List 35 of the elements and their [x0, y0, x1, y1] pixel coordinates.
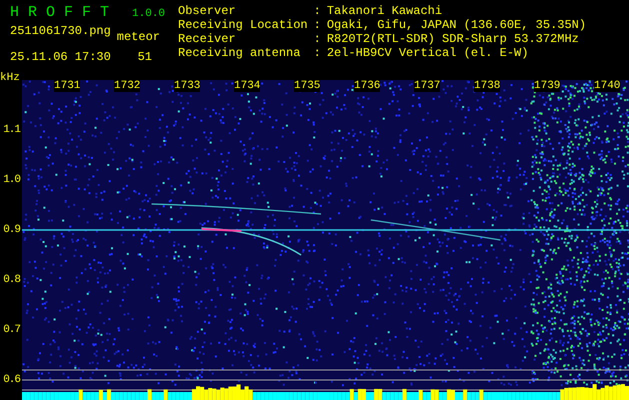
info-separator: : — [314, 46, 321, 60]
x-axis-label: 1736 — [354, 80, 380, 92]
x-axis-label: 1731 — [54, 80, 80, 92]
x-axis-label: 1734 — [234, 80, 260, 92]
info-separator: : — [314, 32, 321, 46]
file-name: 2511061730.png — [10, 24, 111, 40]
x-axis-label: 1739 — [534, 80, 560, 92]
y-axis-label: 0.8 — [3, 274, 20, 286]
info-label: Receiving Location — [178, 18, 308, 32]
info-label: Receiver — [178, 32, 237, 46]
info-label: Observer — [178, 4, 237, 18]
x-axis-label: 1737 — [414, 80, 440, 92]
y-axis-label: 1.0 — [3, 174, 20, 186]
meteor-count: 51 — [138, 50, 153, 64]
x-axis-label: 1738 — [474, 80, 500, 92]
axis-unit: kHz — [0, 72, 20, 84]
info-separator: : — [314, 18, 321, 32]
x-axis-label: 1735 — [294, 80, 320, 92]
date-time: 25.11.06 17:30 — [10, 50, 111, 64]
y-axis-label: 0.6 — [3, 374, 20, 386]
info-label: Receiving antenna — [178, 46, 302, 60]
y-axis-label: 0.7 — [3, 324, 20, 336]
info-value: R820T2(RTL-SDR) SDR-Sharp 53.372MHz — [326, 32, 580, 46]
info-value: 2el-HB9CV Vertical (el. E-W) — [326, 46, 530, 60]
count-label: meteor — [116, 30, 160, 44]
info-separator: : — [314, 4, 321, 18]
y-axis-label: 0.9 — [3, 224, 20, 236]
x-axis-label: 1732 — [114, 80, 140, 92]
y-axis-label: 1.1 — [3, 124, 20, 136]
info-value: Takanori Kawachi — [326, 4, 444, 18]
x-axis-label: 1733 — [174, 80, 200, 92]
version-label: 1.0.0 — [132, 8, 166, 20]
info-value: Ogaki, Gifu, JAPAN (136.60E, 35.35N) — [326, 18, 586, 32]
app-title: HROFFT — [10, 4, 118, 21]
x-axis-label: 1740 — [594, 80, 620, 92]
